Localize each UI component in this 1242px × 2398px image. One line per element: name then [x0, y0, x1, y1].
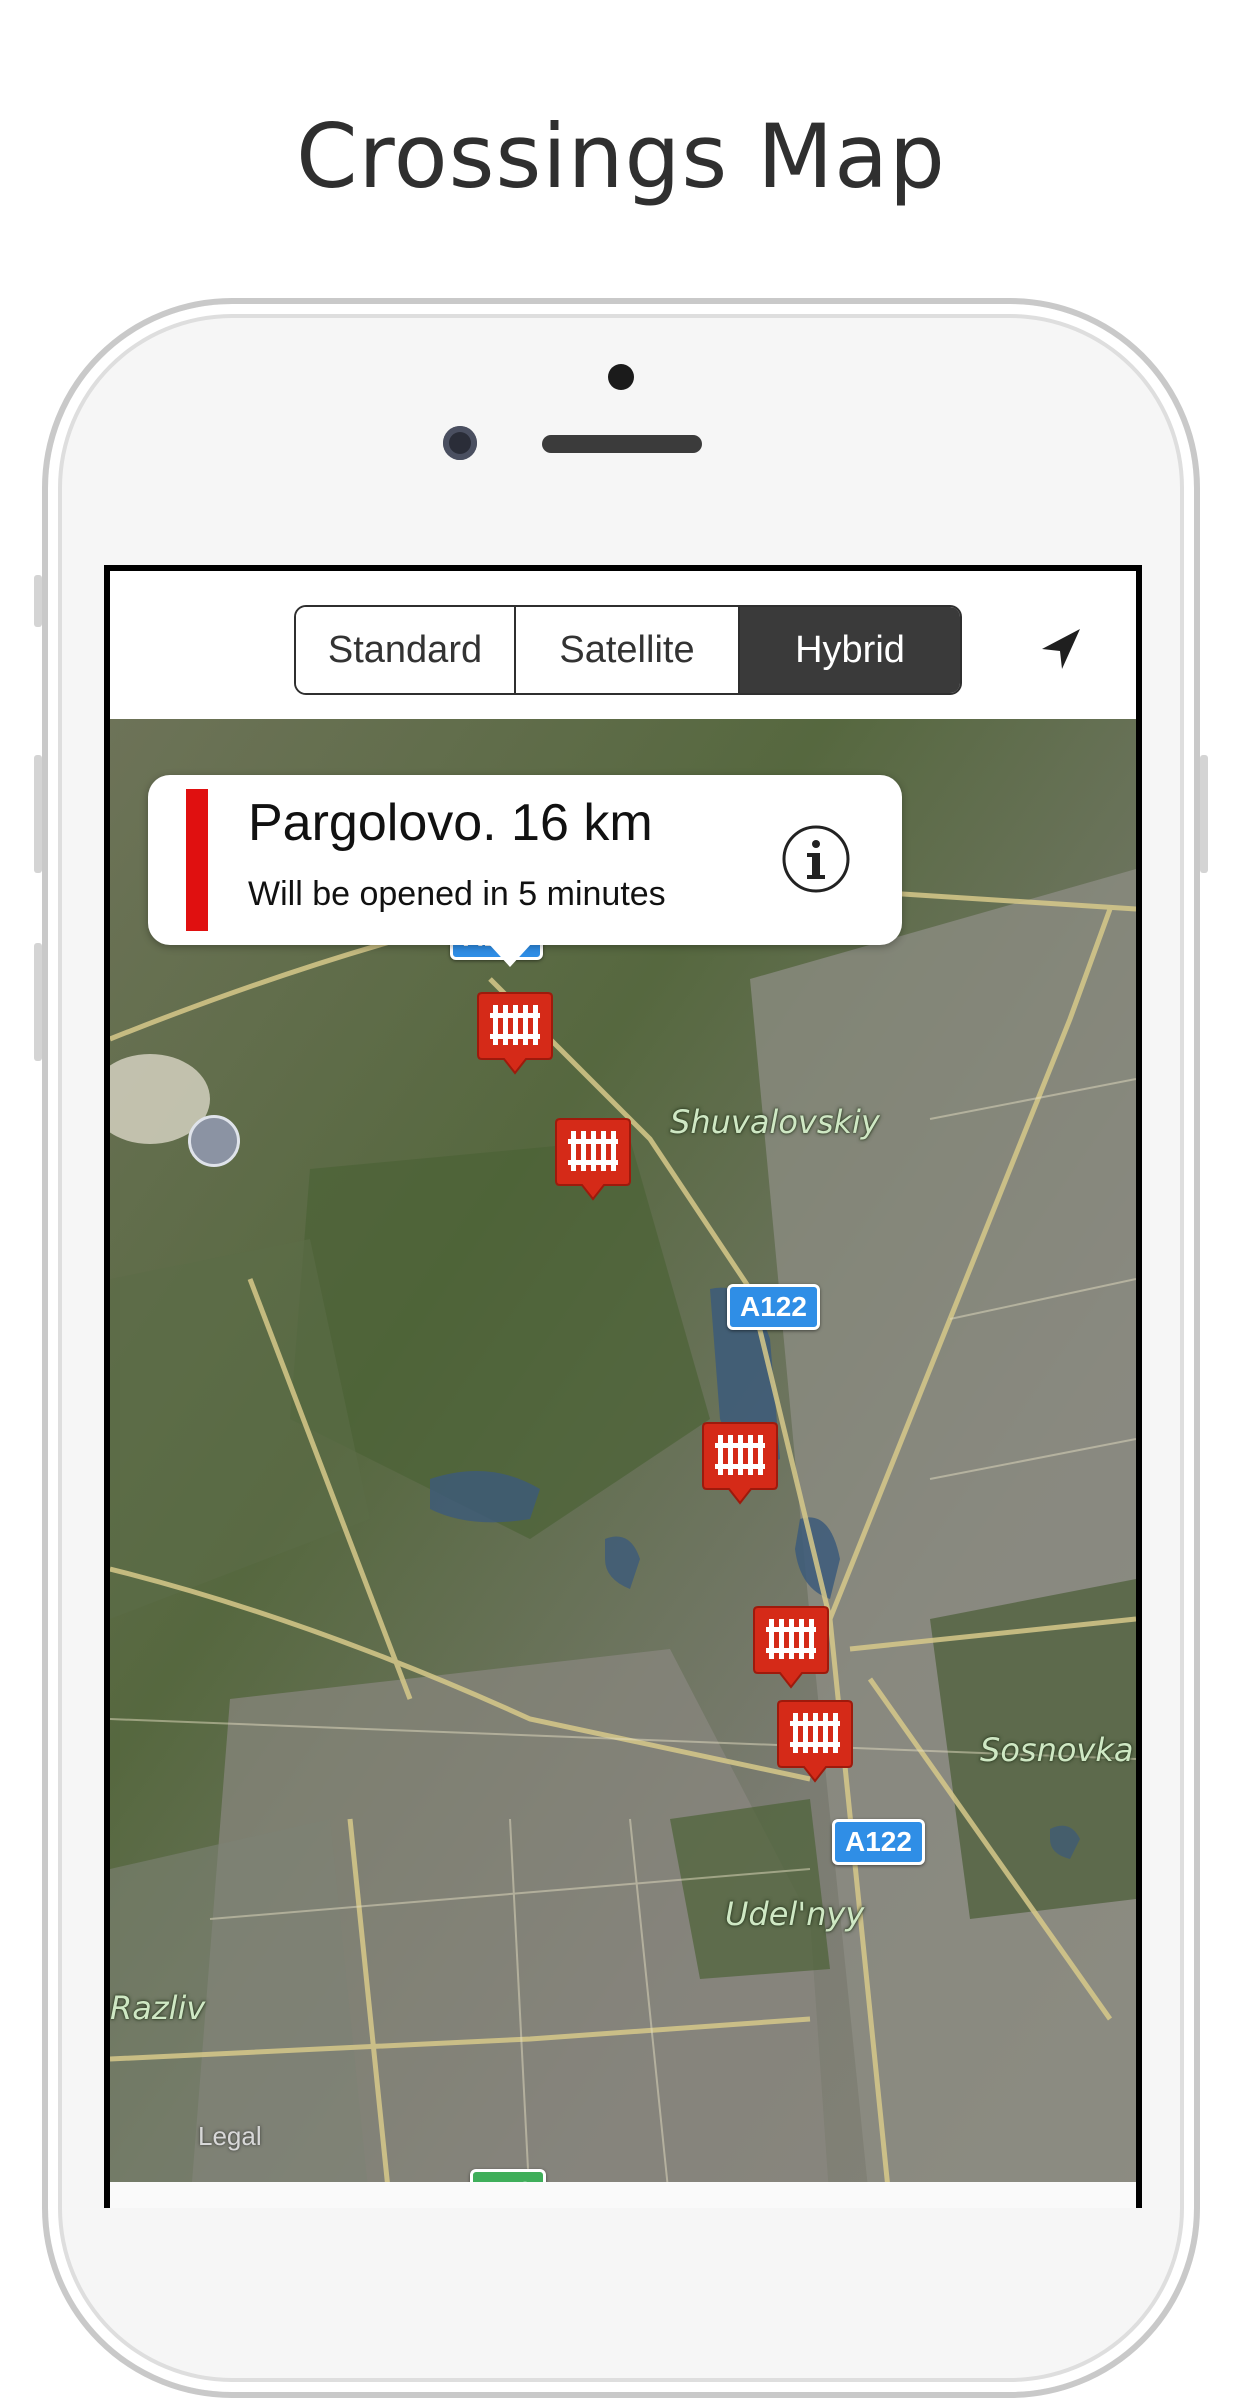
- volume-down-button: [34, 943, 42, 1061]
- railway-crossing-pin-icon[interactable]: [752, 1603, 830, 1693]
- railway-crossing-pin-icon[interactable]: [701, 1419, 779, 1509]
- place-label: Udel'nyy: [725, 1895, 865, 1933]
- location-arrow-icon[interactable]: [1030, 619, 1092, 681]
- segment-hybrid[interactable]: Hybrid: [740, 607, 960, 693]
- mute-switch: [34, 575, 42, 627]
- phone-screen: Standard Satellite Hybrid Shuvalovskiy S…: [104, 565, 1142, 2208]
- railway-crossing-pin-icon[interactable]: [554, 1115, 632, 1205]
- railway-crossing-pin-icon[interactable]: [476, 989, 554, 1079]
- callout-subtitle: Will be opened in 5 minutes: [248, 875, 666, 913]
- place-label: Sosnovka: [980, 1731, 1134, 1769]
- tab-bar: [110, 2182, 1136, 2208]
- status-indicator-bar: [186, 789, 208, 931]
- map-type-segmented-control: Standard Satellite Hybrid: [294, 605, 962, 695]
- legal-link[interactable]: Legal: [198, 2121, 262, 2152]
- place-label: Razliv: [110, 1989, 206, 2027]
- poi-marker-icon[interactable]: [188, 1115, 240, 1167]
- info-icon[interactable]: [780, 823, 852, 895]
- page-headline: Crossings Map: [296, 105, 946, 208]
- place-label: Shuvalovskiy: [670, 1103, 880, 1141]
- volume-up-button: [34, 755, 42, 873]
- road-shield: A122: [727, 1284, 820, 1330]
- map-toolbar: Standard Satellite Hybrid: [110, 571, 1136, 719]
- satellite-map[interactable]: Shuvalovskiy Sosnovka Udel'nyy Razliv A1…: [110, 719, 1136, 2208]
- proximity-sensor: [608, 364, 634, 390]
- segment-satellite[interactable]: Satellite: [516, 607, 740, 693]
- railway-crossing-pin-icon[interactable]: [776, 1697, 854, 1787]
- callout-title: Pargolovo. 16 km: [248, 794, 653, 852]
- earpiece-speaker: [542, 435, 702, 453]
- crossing-callout[interactable]: Pargolovo. 16 km Will be opened in 5 min…: [148, 775, 902, 967]
- road-shield: A122: [832, 1819, 925, 1865]
- segment-standard[interactable]: Standard: [296, 607, 516, 693]
- front-camera: [443, 426, 477, 460]
- power-button: [1200, 755, 1208, 873]
